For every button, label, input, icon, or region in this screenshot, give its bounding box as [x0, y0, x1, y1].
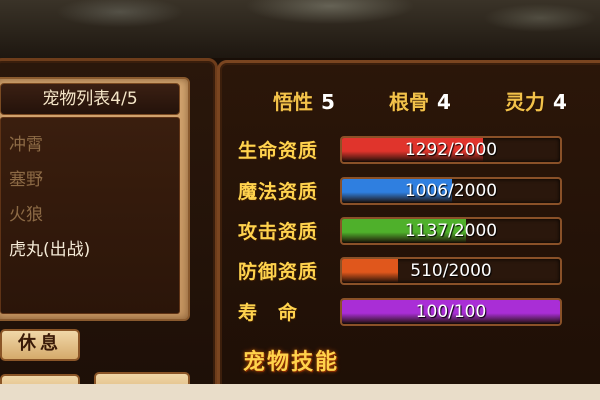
stat-bar-mp: 1006/2000 [340, 177, 562, 205]
bottom-strip [0, 384, 600, 400]
pet-list-item-saiye[interactable]: 塞野 [9, 165, 43, 190]
stat-bar-defense: 510/2000 [340, 257, 562, 285]
attribute-label: 灵力 [505, 90, 545, 114]
attribute-lingli: 灵力 4 [505, 86, 567, 115]
pet-list-item-chongxiao[interactable]: 冲霄 [9, 130, 43, 155]
pet-list: 冲霄 塞野 火狼 虎丸(出战) [0, 117, 180, 314]
attribute-value: 4 [553, 90, 567, 114]
attribute-value: 5 [321, 90, 335, 114]
pet-list-item-huolang[interactable]: 火狼 [9, 200, 43, 225]
rest-button[interactable]: 休息 [0, 329, 80, 361]
background-art [0, 0, 600, 58]
pet-list-title: 宠物列表4/5 [0, 83, 180, 115]
stat-value-hp: 1292/2000 [404, 140, 498, 160]
attribute-value: 4 [437, 90, 451, 114]
stat-bar-hp: 1292/2000 [340, 136, 562, 164]
pet-skills-title: 宠物技能 [243, 350, 340, 375]
stat-label-mp: 魔法资质 [238, 181, 319, 203]
attribute-label: 悟性 [273, 90, 313, 114]
game-screen: 宠物列表4/5 冲霄 塞野 火狼 虎丸(出战) 休息 悟性 5 根骨 4 灵力 4 生… [0, 0, 600, 400]
stat-value-defense: 510/2000 [410, 261, 492, 281]
attribute-gengu: 根骨 4 [389, 86, 451, 115]
attribute-label: 根骨 [389, 90, 429, 114]
pet-list-item-huwan-active[interactable]: 虎丸(出战) [9, 235, 90, 260]
stat-label-hp: 生命资质 [238, 140, 319, 162]
stat-label-defense: 防御资质 [238, 261, 319, 283]
stat-value-lifespan: 100/100 [415, 302, 487, 322]
attribute-wuxing: 悟性 5 [273, 86, 335, 115]
stat-label-attack: 攻击资质 [238, 221, 319, 243]
stat-bar-attack: 1137/2000 [340, 217, 562, 245]
pet-list-box: 宠物列表4/5 冲霄 塞野 火狼 虎丸(出战) [0, 77, 190, 321]
stat-label-lifespan: 寿 命 [238, 302, 299, 324]
stat-bar-lifespan: 100/100 [340, 298, 562, 326]
stat-value-attack: 1137/2000 [404, 221, 498, 241]
stat-value-mp: 1006/2000 [404, 181, 498, 201]
